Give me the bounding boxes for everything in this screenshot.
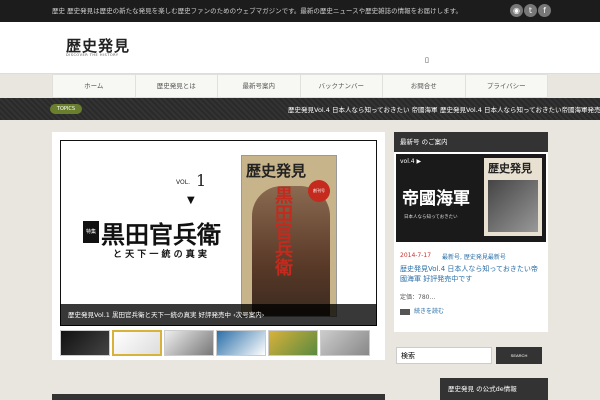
facebook-icon[interactable]: f <box>538 4 551 17</box>
down-arrow-icon: ▼ <box>187 195 195 206</box>
rss-icon[interactable]: ◉ <box>510 4 523 17</box>
read-more-link[interactable]: 続きを読む <box>400 306 444 315</box>
site-description: 歴史 歴史発見は歴史の新たな発見を楽しむ歴史ファンのためのウェブマガジンです。最… <box>52 7 462 15</box>
latest-issue-widget: 最新号 のご案内 vol.4 ▶ 日本人なら知っておきたい 帝國海軍 歴史発見 … <box>394 132 548 332</box>
nav-item-about[interactable]: 歴史発見とは <box>136 75 218 97</box>
sidebar-section-header: 歴史発見 の公式de情報 <box>440 378 548 400</box>
nav-item-backnumber[interactable]: バックナンバー <box>301 75 383 97</box>
slide-headline: 黒田官兵衛 <box>101 220 221 249</box>
slide-vol-number: 1 <box>196 171 207 190</box>
magazine-badge: 創刊号 <box>308 180 330 202</box>
slider-thumbnails <box>60 330 377 356</box>
magazine-feature-text: 黒田官兵衛 <box>272 186 293 276</box>
slide-caption[interactable]: 歴史発見Vol.1 黒田官兵衛と天下一統の真実 好評発売中 ‹次号案内› <box>60 304 377 326</box>
issue-kicker: 日本人なら知っておきたい <box>404 215 458 220</box>
main-navigation: ホーム 歴史発見とは 最新号案内 バックナンバー お問合せ プライバシー <box>52 74 548 98</box>
topics-badge: TOPICS <box>50 104 82 114</box>
widget-title: 最新号 のご案内 <box>394 132 548 152</box>
issue-cover-title: 歴史発見 <box>488 162 532 175</box>
slider-thumbnail[interactable] <box>320 330 370 356</box>
arrow-icon <box>400 308 410 315</box>
slider-thumbnail[interactable] <box>268 330 318 356</box>
nav-item-contact[interactable]: お問合せ <box>383 75 466 97</box>
topics-item[interactable]: 歴史発見Vol.4 日本人なら知っておきたい 帝國海軍 <box>288 104 438 114</box>
menu-icon[interactable]: ▯ <box>425 56 429 64</box>
featured-slider: VOL. 1 ▼ 特集 黒田官兵衛 と 天 下 一 統 の 真 実 歴史発見 黒… <box>52 132 385 360</box>
topics-ticker: TOPICS 歴史発見Vol.4 日本人なら知っておきたい 帝國海軍 歴史発見V… <box>0 98 600 120</box>
magazine-cover: 歴史発見 黒田官兵衛 創刊号 <box>241 155 337 317</box>
nav-item-privacy[interactable]: プライバシー <box>466 75 548 97</box>
post-category[interactable]: 最新号, 歴史発見最新号 <box>442 252 506 261</box>
slider-thumbnail[interactable] <box>164 330 214 356</box>
read-more-label: 続きを読む <box>414 308 445 315</box>
twitter-icon[interactable]: t <box>524 4 537 17</box>
nav-item-home[interactable]: ホーム <box>53 75 136 97</box>
issue-cover-art <box>488 180 538 232</box>
slide-vol-label: VOL. <box>176 179 190 186</box>
search-button[interactable]: SEARCH <box>496 347 542 364</box>
magazine-title: 歴史発見 <box>246 162 307 180</box>
issue-headline: 帝國海軍 <box>402 189 470 209</box>
slider-thumbnail[interactable] <box>60 330 110 356</box>
site-logo-subtitle: DISCOVER THE HISTORY <box>66 53 119 57</box>
feature-tag: 特集 <box>83 221 99 243</box>
post-date: 2014-7-17 <box>400 252 432 259</box>
issue-vol-label: vol.4 ▶ <box>400 158 422 165</box>
issue-cover: 歴史発見 <box>484 158 542 236</box>
post-title-link[interactable]: 歴史発見Vol.4 日本人なら知っておきたい帝國海軍 好評発売中です <box>400 264 542 284</box>
topics-item[interactable]: 歴史発見Vol.4 日本人なら知っておきたい帝國海軍発売 <box>440 104 600 114</box>
content-section-header <box>52 394 385 400</box>
nav-item-latest[interactable]: 最新号案内 <box>218 75 301 97</box>
slide-image[interactable]: VOL. 1 ▼ 特集 黒田官兵衛 と 天 下 一 統 の 真 実 歴史発見 黒… <box>60 140 377 326</box>
top-bar: 歴史 歴史発見は歴史の新たな発見を楽しむ歴史ファンのためのウェブマガジンです。最… <box>0 0 600 22</box>
slide-subline: と 天 下 一 統 の 真 実 <box>113 250 207 260</box>
slider-thumbnail[interactable] <box>112 330 162 356</box>
site-header: 歴史発見 DISCOVER THE HISTORY ▯ <box>0 22 600 74</box>
slider-thumbnail[interactable] <box>216 330 266 356</box>
search-input[interactable] <box>396 347 492 364</box>
post-excerpt: 定価：780… <box>400 294 436 301</box>
latest-issue-image[interactable]: vol.4 ▶ 日本人なら知っておきたい 帝國海軍 歴史発見 <box>396 154 546 242</box>
